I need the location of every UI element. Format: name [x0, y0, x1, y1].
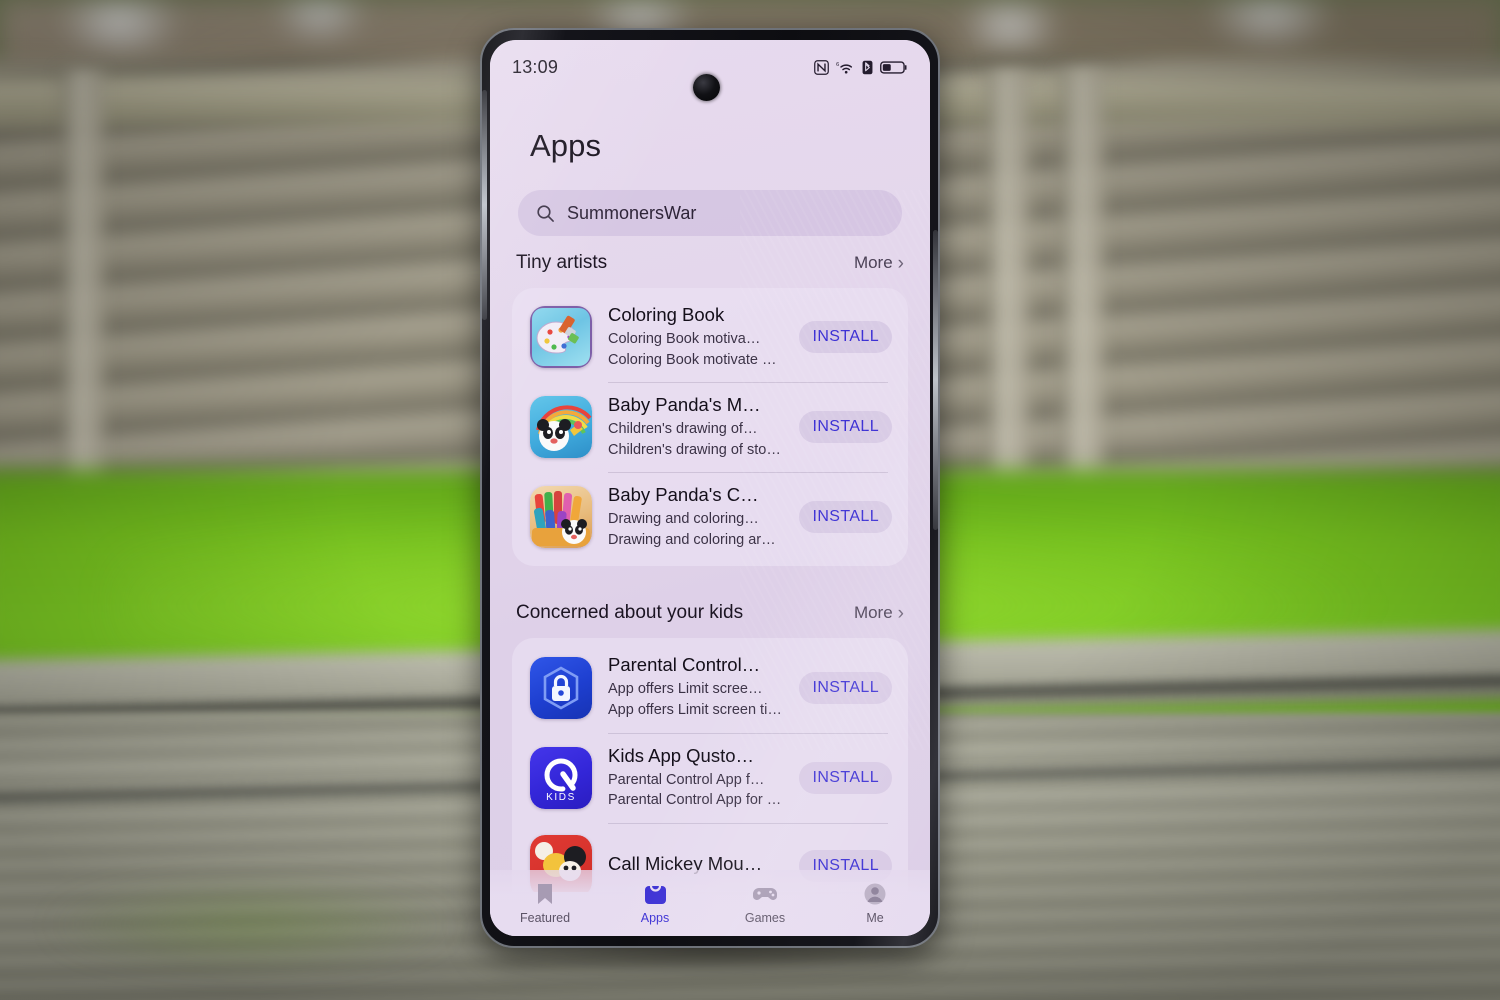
- svg-text:KIDS: KIDS: [546, 792, 576, 803]
- front-camera-punchhole: [693, 74, 720, 101]
- list-item[interactable]: KIDS Kids App Qusto… Parental Control Ap…: [512, 732, 908, 823]
- more-link[interactable]: More ›: [854, 603, 904, 623]
- nav-label: Games: [744, 910, 786, 925]
- app-desc-line1: App offers Limit scree…: [608, 681, 763, 698]
- app-desc-line2: Drawing and coloring are the most int…: [608, 531, 783, 548]
- list-item[interactable]: Baby Panda's C… Drawing and coloring… Dr…: [512, 472, 908, 562]
- bluetooth-icon: [862, 60, 873, 74]
- nav-label: Featured: [519, 910, 571, 925]
- rail-highlight-left: [482, 90, 487, 320]
- page-title: Apps: [530, 128, 602, 163]
- nav-item-apps[interactable]: Apps: [600, 870, 710, 936]
- install-button[interactable]: INSTALL: [799, 501, 892, 534]
- nfc-icon: [814, 59, 829, 75]
- section-tiny-artists: Tiny artists More › Coloring Book Colori…: [490, 252, 930, 567]
- app-desc-line2: Children's drawing of stories: [608, 441, 784, 458]
- section-title: Concerned about your kids: [516, 602, 744, 624]
- app-name: Coloring Book: [608, 304, 725, 325]
- more-label: More: [853, 603, 893, 623]
- chevron-right-icon: ›: [897, 602, 904, 624]
- rail-highlight-right: [933, 230, 938, 530]
- palette-paintbrush-icon: [530, 306, 592, 369]
- shopping-bag-icon: [644, 882, 667, 906]
- app-desc-line2: App offers Limit screen time, Kids mo…: [608, 702, 783, 719]
- crayons-panda-icon: [530, 486, 592, 549]
- search-input[interactable]: SummonersWar: [518, 190, 902, 236]
- install-button[interactable]: INSTALL: [799, 761, 892, 794]
- app-desc-line1: Drawing and coloring…: [608, 511, 759, 528]
- bottom-navigation-bar: Featured Apps Games Me: [490, 870, 930, 936]
- install-button[interactable]: INSTALL: [799, 321, 892, 354]
- section-title: Tiny artists: [516, 252, 608, 273]
- wifi6-icon: 6: [836, 62, 853, 73]
- app-desc-line2: Parental Control App for Kids devices: [608, 792, 783, 809]
- section-header: Tiny artists More ›: [490, 252, 930, 274]
- app-desc-line1: Parental Control App f…: [608, 771, 765, 788]
- battery-icon: [880, 60, 907, 74]
- nav-label: Apps: [640, 910, 670, 925]
- install-button[interactable]: INSTALL: [799, 671, 892, 704]
- app-desc-line1: Children's drawing of…: [608, 421, 758, 438]
- install-button[interactable]: INSTALL: [799, 411, 892, 444]
- panda-rainbow-icon: [530, 396, 592, 459]
- list-item[interactable]: Parental Control… App offers Limit scree…: [512, 642, 908, 732]
- qustodio-kids-icon: KIDS: [530, 746, 592, 809]
- svg-text:6: 6: [836, 62, 839, 68]
- app-desc-line1: Coloring Book motiva…: [608, 331, 761, 347]
- bookmark-icon: [535, 882, 555, 906]
- app-desc-line2: Coloring Book motivate and develop…: [608, 351, 783, 368]
- chevron-right-icon: ›: [897, 252, 904, 274]
- nav-label: Me: [866, 910, 884, 925]
- app-info: Parental Control… App offers Limit scree…: [608, 654, 783, 720]
- more-label: More: [853, 253, 893, 272]
- list-item[interactable]: Coloring Book Coloring Book motiva… Colo…: [512, 292, 908, 382]
- section-header: Concerned about your kids More ›: [490, 602, 930, 624]
- app-info: Baby Panda's M… Children's drawing of… C…: [608, 394, 783, 460]
- app-info: Coloring Book Coloring Book motiva… Colo…: [608, 304, 783, 370]
- app-name: Kids App Qusto…: [608, 744, 755, 766]
- app-info: Kids App Qusto… Parental Control App f… …: [608, 745, 783, 811]
- search-value: SummonersWar: [567, 202, 697, 223]
- gamepad-icon: [752, 882, 778, 906]
- section-concerned-about-your-kids: Concerned about your kids More › Parenta…: [490, 602, 930, 892]
- smartphone-device: 13:09 6 Apps SummonersWar Tiny artists M…: [480, 28, 940, 948]
- app-list-scroll-area[interactable]: Tiny artists More › Coloring Book Colori…: [490, 252, 930, 892]
- nav-item-me[interactable]: Me: [820, 870, 930, 936]
- app-name: Baby Panda's C…: [608, 484, 759, 506]
- app-name: Parental Control…: [608, 654, 761, 676]
- app-name: Baby Panda's M…: [608, 394, 761, 416]
- app-card-group: Parental Control… App offers Limit scree…: [512, 638, 908, 892]
- app-info: Baby Panda's C… Drawing and coloring… Dr…: [608, 484, 783, 550]
- status-icons: 6: [814, 59, 908, 75]
- nav-item-featured[interactable]: Featured: [490, 870, 600, 936]
- person-avatar-icon: [864, 882, 886, 906]
- app-card-group: Coloring Book Coloring Book motiva… Colo…: [512, 288, 908, 567]
- search-icon: [537, 204, 554, 222]
- more-link[interactable]: More ›: [854, 253, 904, 273]
- phone-screen: 13:09 6 Apps SummonersWar Tiny artists M…: [490, 40, 930, 936]
- shield-lock-icon: [530, 656, 592, 719]
- nav-item-games[interactable]: Games: [710, 870, 820, 936]
- list-item[interactable]: Baby Panda's M… Children's drawing of… C…: [512, 382, 908, 472]
- status-clock: 13:09: [512, 56, 559, 77]
